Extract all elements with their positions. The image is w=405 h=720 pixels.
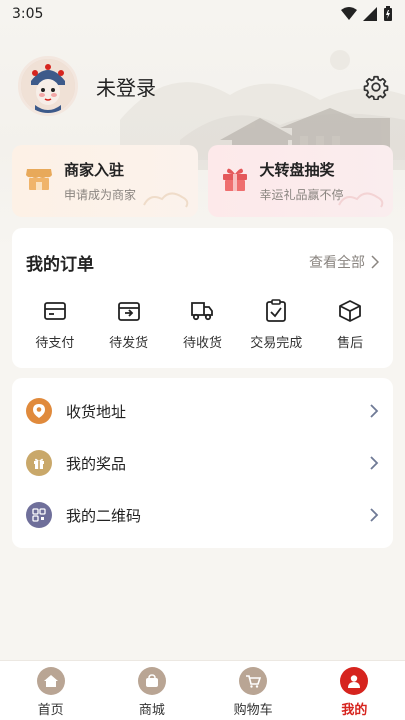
settings-button[interactable] — [363, 74, 389, 101]
chevron-right-icon — [370, 508, 379, 522]
cloud-decoration-icon — [338, 192, 384, 208]
order-pending-shipment-label: 待发货 — [109, 336, 149, 351]
delivery-truck-icon — [191, 302, 214, 321]
chevron-right-icon — [371, 255, 379, 269]
gift-box-icon — [26, 450, 52, 476]
merchant-join-text: 商家入驻 申请成为商家 — [64, 159, 136, 203]
user-profile-icon — [340, 667, 369, 695]
clipboard-check-icon — [266, 299, 287, 322]
package-cube-icon — [339, 300, 361, 322]
tab-mall[interactable]: 商城 — [112, 663, 192, 718]
status-time: 3:05 — [12, 6, 44, 22]
profile-section[interactable]: 未登录 — [18, 56, 156, 116]
order-completed[interactable]: 交易完成 — [241, 298, 311, 351]
order-pending-receipt[interactable]: 待收货 — [167, 298, 237, 351]
merchant-join-card[interactable]: 商家入驻 申请成为商家 — [12, 145, 198, 217]
tab-mine-label: 我的 — [341, 703, 368, 718]
order-completed-label: 交易完成 — [250, 336, 303, 351]
order-after-sales-label: 售后 — [337, 336, 364, 351]
gear-icon — [363, 75, 389, 101]
merchant-join-subtitle: 申请成为商家 — [64, 188, 137, 202]
menu-list-card: 收货地址 我的奖品 我的二维码 — [12, 378, 393, 548]
tab-mall-label: 商城 — [138, 703, 165, 718]
box-export-icon — [117, 302, 140, 321]
menu-item-shipping-address[interactable]: 收货地址 — [12, 385, 393, 437]
tab-cart-label: 购物车 — [233, 703, 273, 718]
wallet-card-icon — [43, 302, 66, 320]
location-pin-icon — [26, 398, 52, 424]
merchant-join-title: 商家入驻 — [64, 161, 125, 179]
view-all-orders-link[interactable]: 查看全部 — [309, 252, 379, 272]
tab-home-label: 首页 — [37, 703, 64, 718]
wifi-icon — [341, 7, 357, 20]
shopping-cart-icon — [239, 667, 268, 695]
chevron-right-icon — [370, 404, 379, 418]
my-orders-title: 我的订单 — [26, 255, 94, 275]
gift-icon — [222, 168, 247, 191]
opera-mask-avatar-icon — [21, 59, 75, 113]
order-after-sales[interactable]: 售后 — [315, 298, 385, 351]
menu-item-my-prizes[interactable]: 我的奖品 — [12, 437, 393, 489]
lottery-wheel-text: 大转盘抽奖 幸运礼品赢不停 — [260, 159, 344, 203]
status-bar: 3:05 — [0, 0, 405, 28]
qrcode-icon — [26, 502, 52, 528]
mall-bag-icon — [137, 667, 166, 695]
login-status-text[interactable]: 未登录 — [96, 72, 156, 101]
menu-item-my-prizes-label: 我的奖品 — [66, 454, 127, 473]
lottery-wheel-card[interactable]: 大转盘抽奖 幸运礼品赢不停 — [207, 145, 393, 217]
order-pending-receipt-label: 待收货 — [182, 336, 222, 351]
menu-item-my-qrcode-label: 我的二维码 — [66, 506, 142, 525]
lottery-wheel-title: 大转盘抽奖 — [259, 161, 335, 179]
avatar[interactable] — [18, 56, 78, 116]
home-icon — [36, 667, 65, 695]
order-pending-payment-label: 待支付 — [35, 336, 75, 351]
promo-row: 商家入驻 申请成为商家 大转盘抽奖 幸运礼品赢不停 — [12, 145, 393, 217]
chevron-right-icon — [370, 456, 379, 470]
tab-home[interactable]: 首页 — [11, 663, 91, 718]
my-orders-card: 我的订单 查看全部 待支付 待发货 待收货 交易完成 售后 — [12, 228, 393, 368]
lottery-wheel-subtitle: 幸运礼品赢不停 — [259, 188, 344, 202]
order-status-row: 待支付 待发货 待收货 交易完成 售后 — [12, 298, 393, 351]
bottom-tab-bar: 首页 商城 购物车 我的 — [0, 660, 405, 720]
signal-icon — [363, 7, 377, 21]
tab-cart[interactable]: 购物车 — [213, 663, 293, 718]
menu-item-my-qrcode[interactable]: 我的二维码 — [12, 489, 393, 541]
tab-mine[interactable]: 我的 — [314, 663, 394, 718]
battery-icon — [384, 6, 392, 21]
order-pending-payment[interactable]: 待支付 — [20, 298, 90, 351]
shop-icon — [26, 169, 52, 190]
menu-item-shipping-address-label: 收货地址 — [66, 402, 127, 421]
view-all-label: 查看全部 — [309, 255, 365, 271]
status-icons — [341, 6, 393, 22]
order-pending-shipment[interactable]: 待发货 — [94, 298, 164, 351]
cloud-decoration-icon — [142, 192, 188, 208]
